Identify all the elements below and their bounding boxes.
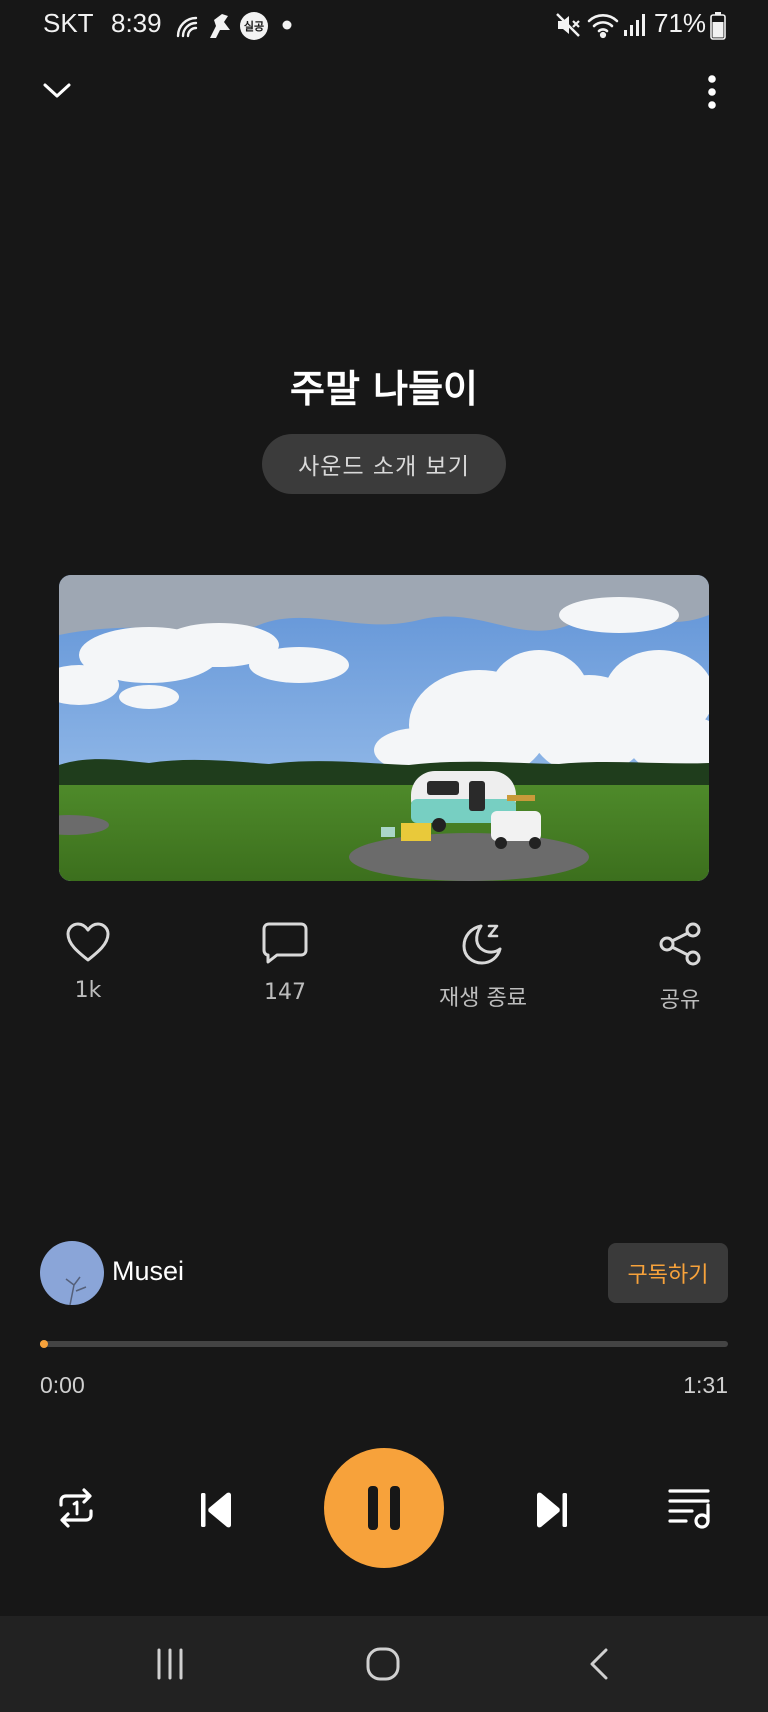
chevron-down-icon <box>43 83 71 98</box>
signal-icon <box>622 10 646 40</box>
back-icon <box>590 1648 608 1680</box>
sound-intro-button[interactable]: 사운드 소개 보기 <box>262 434 506 494</box>
battery-percent: 71% <box>654 8 707 38</box>
comment-action[interactable]: 147 <box>225 920 345 1005</box>
share-label: 공유 <box>659 988 701 1013</box>
home-icon <box>366 1647 400 1681</box>
system-nav-bar <box>0 1616 768 1712</box>
sound-title: 주말 나들이 <box>289 367 479 411</box>
heart-icon <box>66 922 110 962</box>
comment-icon <box>262 922 308 964</box>
pause-button[interactable] <box>324 1448 444 1568</box>
like-action[interactable]: 1k <box>28 920 148 1003</box>
share-action[interactable]: 공유 <box>620 920 740 1014</box>
share-icon <box>659 922 701 966</box>
creator-name[interactable]: Musei <box>112 1256 184 1287</box>
collapse-button[interactable] <box>36 70 78 112</box>
clock: 8:39 <box>111 8 162 38</box>
more-vert-icon <box>708 75 716 109</box>
progress-bar[interactable] <box>40 1340 728 1348</box>
cover-image <box>59 575 709 881</box>
repeat-button[interactable] <box>50 1482 102 1534</box>
repeat-one-icon <box>59 1488 93 1528</box>
wifi-calling-icon <box>172 10 202 40</box>
like-count: 1k <box>74 978 102 1003</box>
sleep-timer-label: 재생 종료 <box>439 986 527 1011</box>
recent-apps-icon <box>157 1648 183 1680</box>
wifi-icon <box>586 10 620 40</box>
carrier-label: SKT <box>43 8 94 38</box>
total-time: 1:31 <box>683 1372 728 1398</box>
playlist-button[interactable] <box>664 1482 716 1534</box>
next-button[interactable] <box>526 1484 578 1536</box>
subscribe-button[interactable]: 구독하기 <box>608 1243 728 1303</box>
current-time: 0:00 <box>40 1372 85 1398</box>
home-button[interactable] <box>361 1642 405 1686</box>
next-icon <box>537 1492 567 1528</box>
avatar[interactable] <box>40 1241 104 1305</box>
sleep-timer-action[interactable]: 재생 종료 <box>423 920 543 1012</box>
back-button[interactable] <box>577 1642 621 1686</box>
chat-badge-icon: 실공 <box>240 12 268 40</box>
comment-count: 147 <box>264 980 306 1005</box>
playlist-icon <box>668 1489 710 1529</box>
status-bar: SKT 8:39 실공 71% <box>0 0 768 54</box>
sleep-timer-icon <box>462 924 502 965</box>
more-options-button[interactable] <box>690 70 734 114</box>
battery-icon <box>710 12 726 40</box>
progress-handle[interactable] <box>40 1340 48 1348</box>
previous-icon <box>201 1492 231 1528</box>
previous-button[interactable] <box>190 1484 242 1536</box>
mute-icon <box>554 10 582 40</box>
notification-app-icon <box>206 10 234 40</box>
dot-icon <box>282 20 292 30</box>
recent-apps-button[interactable] <box>148 1642 192 1686</box>
pause-icon <box>368 1486 400 1530</box>
